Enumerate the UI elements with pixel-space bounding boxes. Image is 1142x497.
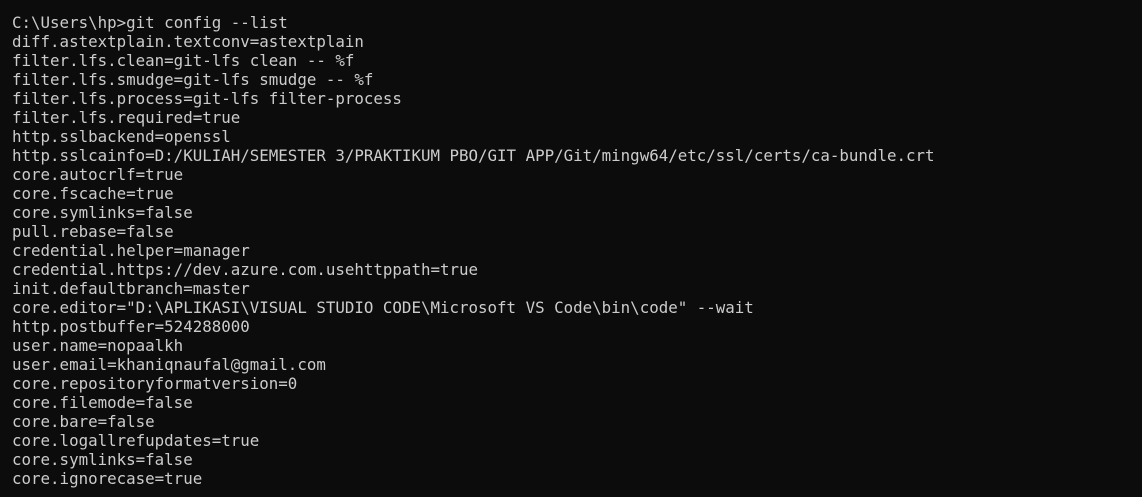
prompt: C:\Users\hp> xyxy=(12,13,127,32)
output-line: core.repositoryformatversion=0 xyxy=(12,374,298,393)
output-line: filter.lfs.process=git-lfs filter-proces… xyxy=(12,89,402,108)
output-line: filter.lfs.clean=git-lfs clean -- %f xyxy=(12,51,355,70)
output-line: diff.astextplain.textconv=astextplain xyxy=(12,32,364,51)
output-line: core.ignorecase=true xyxy=(12,469,203,488)
output-line: core.symlinks=false xyxy=(12,450,193,469)
terminal-output: C:\Users\hp>git config --list diff.astex… xyxy=(12,13,935,488)
output-line: init.defaultbranch=master xyxy=(12,279,250,298)
output-line: http.sslbackend=openssl xyxy=(12,127,231,146)
output-line: http.sslcainfo=D:/KULIAH/SEMESTER 3/PRAK… xyxy=(12,146,935,165)
command-text: git config --list xyxy=(126,13,288,32)
terminal-window[interactable]: C:\Users\hp>git config --list diff.astex… xyxy=(0,0,1142,497)
output-line: user.email=khaniqnaufal@gmail.com xyxy=(12,355,326,374)
output-line: core.bare=false xyxy=(12,412,155,431)
output-line: filter.lfs.smudge=git-lfs smudge -- %f xyxy=(12,70,374,89)
output-line: user.name=nopaalkh xyxy=(12,336,184,355)
command-line: C:\Users\hp>git config --list xyxy=(12,13,935,32)
output-line: core.autocrlf=true xyxy=(12,165,184,184)
output-line: core.filemode=false xyxy=(12,393,193,412)
output-line: pull.rebase=false xyxy=(12,222,174,241)
output-line: filter.lfs.required=true xyxy=(12,108,241,127)
output-line: core.editor="D:\APLIKASI\VISUAL STUDIO C… xyxy=(12,298,754,317)
output-line: core.logallrefupdates=true xyxy=(12,431,260,450)
output-line: core.fscache=true xyxy=(12,184,174,203)
output-line: credential.https://dev.azure.com.usehttp… xyxy=(12,260,479,279)
output-line: credential.helper=manager xyxy=(12,241,250,260)
output-line: http.postbuffer=524288000 xyxy=(12,317,250,336)
output-line: core.symlinks=false xyxy=(12,203,193,222)
